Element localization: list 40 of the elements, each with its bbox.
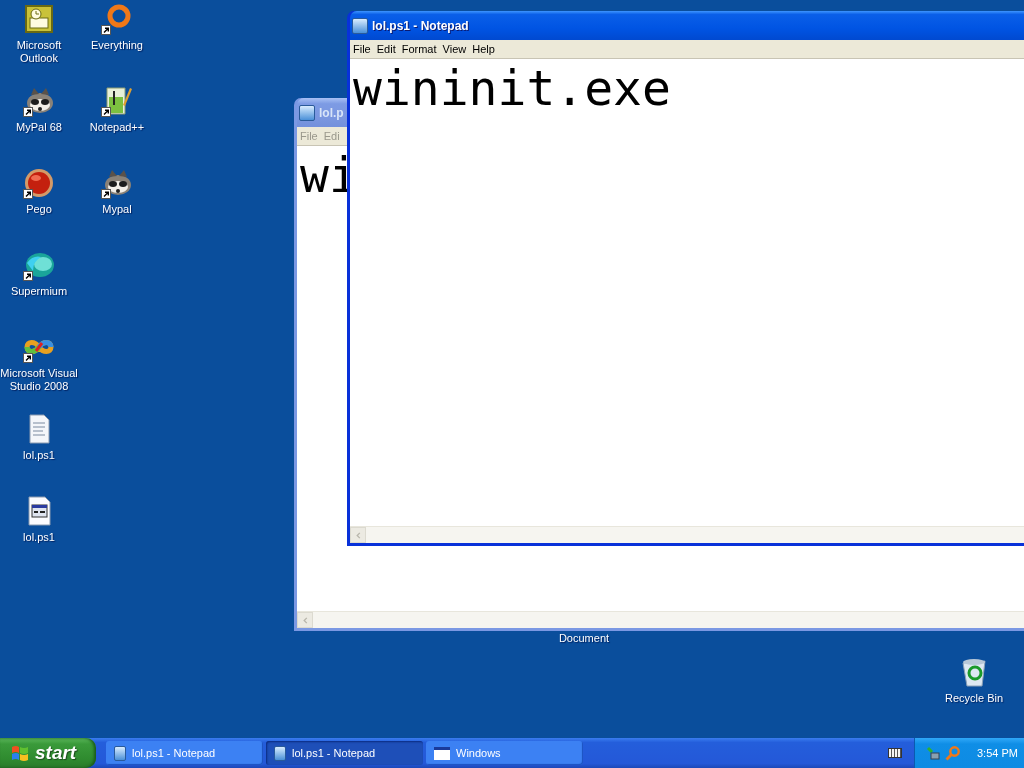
notepad-icon [114,745,126,761]
scroll-left-button[interactable] [350,527,366,543]
menu-item[interactable]: Help [469,40,498,58]
document-text: wininit.exe [353,59,671,115]
menu-item[interactable]: Format [398,40,440,58]
window-title: lol.ps1 - Notepad [372,17,469,35]
scroll-left-button[interactable] [297,612,313,628]
window-title: lol.p [319,104,344,122]
start-button[interactable]: start [0,738,96,768]
window-icon [434,746,450,760]
clock: 3:54 PM [977,745,1018,761]
menu-item[interactable]: File [350,40,374,58]
menu-item[interactable]: View [439,40,470,58]
notepad-icon [274,745,286,761]
search-icon[interactable] [945,745,961,761]
icon-label[interactable]: Everything [78,39,156,52]
network-icon[interactable] [925,745,941,761]
icon-label[interactable]: MyPal 68 [0,121,78,134]
icon-label[interactable]: Document [544,632,624,645]
icon-label[interactable]: Notepad++ [78,121,156,134]
icon-label[interactable]: Pego [0,203,78,216]
icon-label[interactable]: Microsoft Outlook [0,39,78,65]
taskbar-button[interactable]: lol.ps1 - Notepad [266,741,423,765]
chevron-left-icon [301,616,309,624]
notepad-icon [299,104,315,121]
ball-icon [23,167,55,199]
icon-label[interactable]: Recycle Bin [934,692,1014,705]
keyboard-icon[interactable] [888,748,902,758]
document-text: wi [300,146,358,202]
icon-label[interactable]: Microsoft Visual Studio 2008 [0,367,78,393]
taskbar-button[interactable]: Windows [426,741,583,765]
icon-label[interactable]: Supermium [0,285,78,298]
icon-label[interactable]: lol.ps1 [0,449,78,462]
menu-item[interactable]: Edit [373,40,399,58]
notepad-icon [352,17,368,34]
taskbar-button[interactable]: lol.ps1 - Notepad [106,741,263,765]
icon-label[interactable]: lol.ps1 [0,531,78,544]
windows-flag-icon [10,743,30,763]
chevron-left-icon [354,531,362,539]
icon-label[interactable]: Mypal [78,203,156,216]
